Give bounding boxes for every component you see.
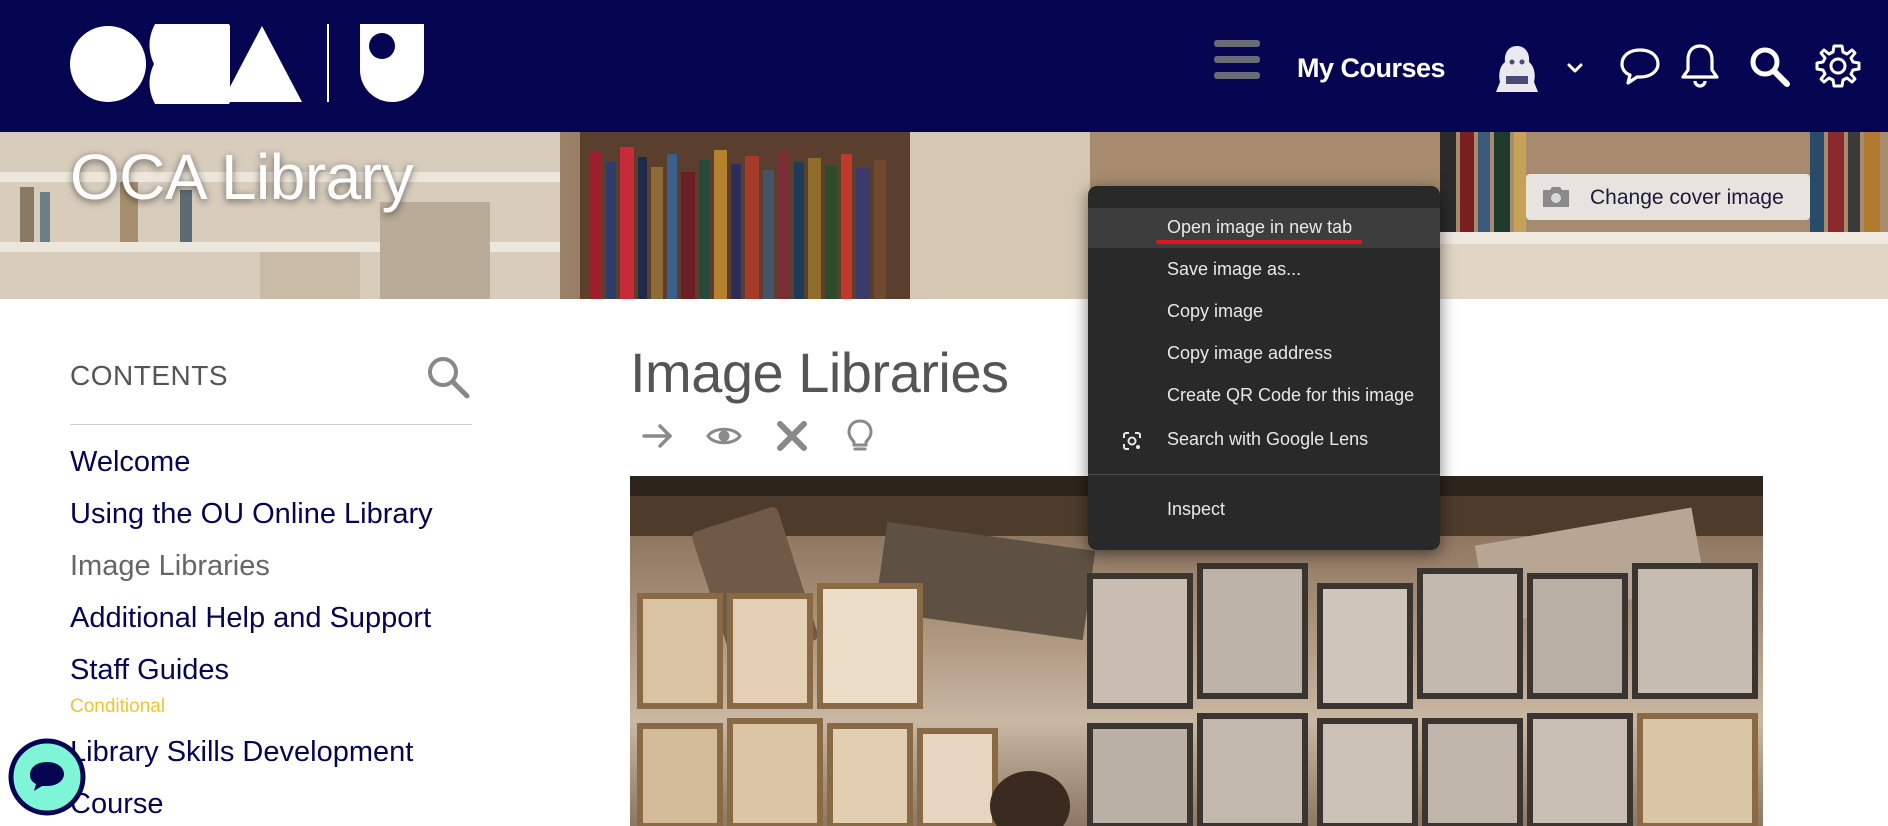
- hamburger-menu-icon[interactable]: [1212, 38, 1262, 82]
- arrow-right-icon[interactable]: [640, 418, 676, 454]
- conditional-badge: Conditional: [70, 696, 166, 717]
- menu-search-google-lens[interactable]: Search with Google Lens: [1088, 420, 1440, 460]
- user-avatar[interactable]: [1490, 42, 1544, 96]
- menu-copy-image-address[interactable]: Copy image address: [1088, 334, 1440, 374]
- top-navbar: My Courses: [0, 0, 1888, 132]
- menu-item-label: Search with Google Lens: [1167, 429, 1369, 449]
- menu-create-qr-code[interactable]: Create QR Code for this image: [1088, 376, 1440, 416]
- chevron-down-icon[interactable]: [1565, 58, 1585, 78]
- oca-logo[interactable]: [70, 24, 302, 104]
- contents-search-icon[interactable]: [425, 354, 471, 400]
- contents-divider: [70, 424, 472, 425]
- change-cover-image-label: Change cover image: [1590, 186, 1784, 209]
- menu-item-label: Inspect: [1167, 499, 1226, 519]
- menu-item-label: Open image in new tab: [1167, 217, 1353, 237]
- menu-copy-image[interactable]: Copy image: [1088, 292, 1440, 332]
- settings-gear-icon[interactable]: [1814, 42, 1862, 90]
- contents-heading: CONTENTS: [70, 360, 228, 391]
- image-context-menu: Open image in new tab Save image as... C…: [1088, 186, 1440, 550]
- close-icon[interactable]: [774, 418, 810, 454]
- messages-icon[interactable]: [1618, 44, 1662, 88]
- section-title: Image Libraries: [630, 341, 1009, 404]
- menu-item-label: Save image as...: [1167, 259, 1302, 279]
- menu-inspect[interactable]: Inspect: [1088, 490, 1440, 530]
- my-courses-link[interactable]: My Courses: [1297, 53, 1446, 84]
- course-banner: OCA Library Change cover image: [0, 132, 1888, 299]
- toc-item-staff-guides[interactable]: Staff Guides: [70, 654, 229, 687]
- menu-item-label: Create QR Code for this image: [1167, 385, 1415, 405]
- toc-item-using-ou-online-library[interactable]: Using the OU Online Library: [70, 498, 433, 531]
- logo-divider: [327, 24, 329, 102]
- chat-support-button[interactable]: [8, 738, 86, 816]
- page-title: OCA Library: [70, 141, 414, 213]
- notifications-bell-icon[interactable]: [1680, 42, 1720, 88]
- open-university-logo[interactable]: [360, 24, 424, 102]
- menu-item-label: Copy image address: [1167, 343, 1333, 363]
- toc-item-welcome[interactable]: Welcome: [70, 446, 190, 479]
- menu-save-image-as[interactable]: Save image as...: [1088, 250, 1440, 290]
- search-icon[interactable]: [1747, 44, 1791, 88]
- toc-item-image-libraries[interactable]: Image Libraries: [70, 550, 270, 583]
- toc-item-library-skills[interactable]: Library Skills Development: [70, 736, 413, 769]
- eye-icon[interactable]: [706, 418, 742, 454]
- camera-icon: [1543, 187, 1569, 207]
- menu-separator: [1088, 474, 1440, 475]
- lightbulb-icon[interactable]: [842, 418, 878, 454]
- change-cover-image-button[interactable]: Change cover image: [1526, 174, 1810, 220]
- toc-item-additional-help[interactable]: Additional Help and Support: [70, 602, 431, 635]
- google-lens-icon: [1123, 432, 1141, 450]
- menu-item-label: Copy image: [1167, 301, 1264, 321]
- red-underline-annotation: [1156, 240, 1362, 244]
